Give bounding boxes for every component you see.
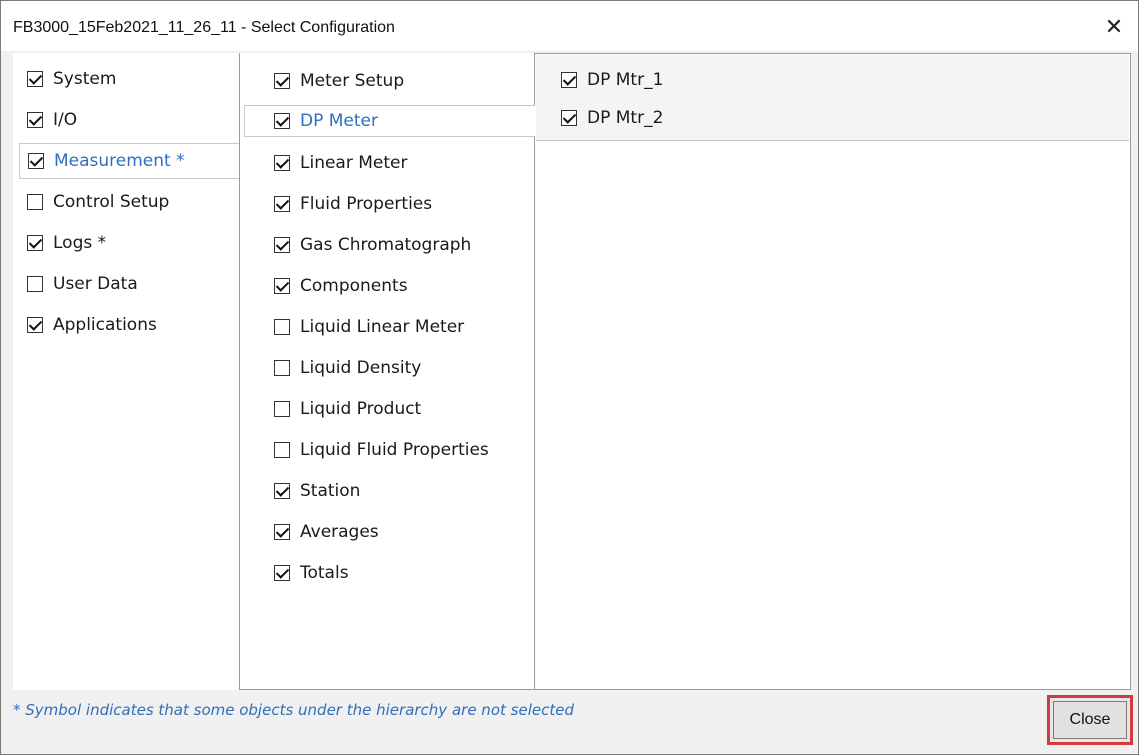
tree-item-label: Measurement * xyxy=(54,151,185,171)
list-item-station[interactable]: Station xyxy=(274,477,360,505)
tree-item-label: Logs * xyxy=(53,233,107,253)
close-button[interactable]: Close xyxy=(1053,701,1127,739)
subcategory-list: Meter Setup DP Meter Linear Meter Fluid … xyxy=(239,53,536,690)
checkbox[interactable] xyxy=(27,71,43,87)
list-item-liquid-product[interactable]: Liquid Product xyxy=(274,395,421,423)
list-item-label: Station xyxy=(300,481,361,501)
footer-note: * Symbol indicates that some objects und… xyxy=(13,701,574,719)
list-item-label: Linear Meter xyxy=(300,153,408,173)
checkbox[interactable] xyxy=(274,401,290,417)
list-item-gas-chromatograph[interactable]: Gas Chromatograph xyxy=(274,231,471,259)
close-button-highlight: Close xyxy=(1047,695,1133,745)
list-item-label: Liquid Product xyxy=(300,399,422,419)
checkbox[interactable] xyxy=(27,194,43,210)
list-item-label: DP Meter xyxy=(300,111,378,131)
list-item-liquid-fluid-properties[interactable]: Liquid Fluid Properties xyxy=(274,436,489,464)
checkbox[interactable] xyxy=(27,235,43,251)
list-item-liquid-linear-meter[interactable]: Liquid Linear Meter xyxy=(274,313,464,341)
checkbox[interactable] xyxy=(274,565,290,581)
list-item-label: Meter Setup xyxy=(300,71,405,91)
checkbox[interactable] xyxy=(274,360,290,376)
category-tree: System I/O Measurement * Control Setup L… xyxy=(13,53,240,690)
object-item-dp-mtr-2[interactable]: DP Mtr_2 xyxy=(561,104,663,132)
tree-item-io[interactable]: I/O xyxy=(27,106,77,134)
tree-item-user-data[interactable]: User Data xyxy=(27,270,138,298)
tree-item-label: System xyxy=(53,69,117,89)
tree-item-label: Control Setup xyxy=(53,192,170,212)
checkbox[interactable] xyxy=(561,110,577,126)
checkbox[interactable] xyxy=(561,72,577,88)
close-icon[interactable]: ✕ xyxy=(1096,9,1132,45)
tree-item-measurement[interactable]: Measurement * xyxy=(19,143,240,179)
list-item-label: Liquid Density xyxy=(300,358,422,378)
checkbox[interactable] xyxy=(274,278,290,294)
list-item-label: Gas Chromatograph xyxy=(300,235,472,255)
checkbox[interactable] xyxy=(27,112,43,128)
checkbox[interactable] xyxy=(274,442,290,458)
object-list: DP Mtr_1 DP Mtr_2 xyxy=(535,53,1131,690)
list-item-label: Fluid Properties xyxy=(300,194,433,214)
list-item-dp-meter[interactable]: DP Meter xyxy=(244,105,536,137)
list-item-liquid-density[interactable]: Liquid Density xyxy=(274,354,421,382)
list-item-components[interactable]: Components xyxy=(274,272,408,300)
checkbox[interactable] xyxy=(274,113,290,129)
checkbox[interactable] xyxy=(274,155,290,171)
list-item-linear-meter[interactable]: Linear Meter xyxy=(274,149,407,177)
tree-item-logs[interactable]: Logs * xyxy=(27,229,106,257)
checkbox[interactable] xyxy=(274,196,290,212)
window-title: FB3000_15Feb2021_11_26_11 - Select Confi… xyxy=(13,19,395,36)
tree-item-label: I/O xyxy=(53,110,78,130)
tree-item-control-setup[interactable]: Control Setup xyxy=(27,188,169,216)
list-item-label: Averages xyxy=(300,522,379,542)
checkbox[interactable] xyxy=(27,317,43,333)
object-item-label: DP Mtr_1 xyxy=(587,70,664,90)
select-configuration-dialog: FB3000_15Feb2021_11_26_11 - Select Confi… xyxy=(0,0,1139,755)
checkbox[interactable] xyxy=(274,237,290,253)
tree-item-system[interactable]: System xyxy=(27,65,116,93)
checkbox[interactable] xyxy=(274,483,290,499)
object-item-label: DP Mtr_2 xyxy=(587,108,664,128)
list-item-totals[interactable]: Totals xyxy=(274,559,349,587)
object-item-dp-mtr-1[interactable]: DP Mtr_1 xyxy=(561,66,663,94)
list-item-label: Components xyxy=(300,276,408,296)
title-bar: FB3000_15Feb2021_11_26_11 - Select Confi… xyxy=(1,1,1138,51)
checkbox[interactable] xyxy=(28,153,44,169)
checkbox[interactable] xyxy=(274,524,290,540)
list-item-fluid-properties[interactable]: Fluid Properties xyxy=(274,190,432,218)
list-item-meter-setup[interactable]: Meter Setup xyxy=(274,67,404,95)
checkbox[interactable] xyxy=(274,319,290,335)
tree-item-label: User Data xyxy=(53,274,138,294)
list-item-label: Totals xyxy=(300,563,349,583)
list-item-averages[interactable]: Averages xyxy=(274,518,379,546)
tree-item-label: Applications xyxy=(53,315,157,335)
list-item-label: Liquid Linear Meter xyxy=(300,317,465,337)
checkbox[interactable] xyxy=(274,73,290,89)
list-item-label: Liquid Fluid Properties xyxy=(300,440,489,460)
checkbox[interactable] xyxy=(27,276,43,292)
tree-item-applications[interactable]: Applications xyxy=(27,311,157,339)
